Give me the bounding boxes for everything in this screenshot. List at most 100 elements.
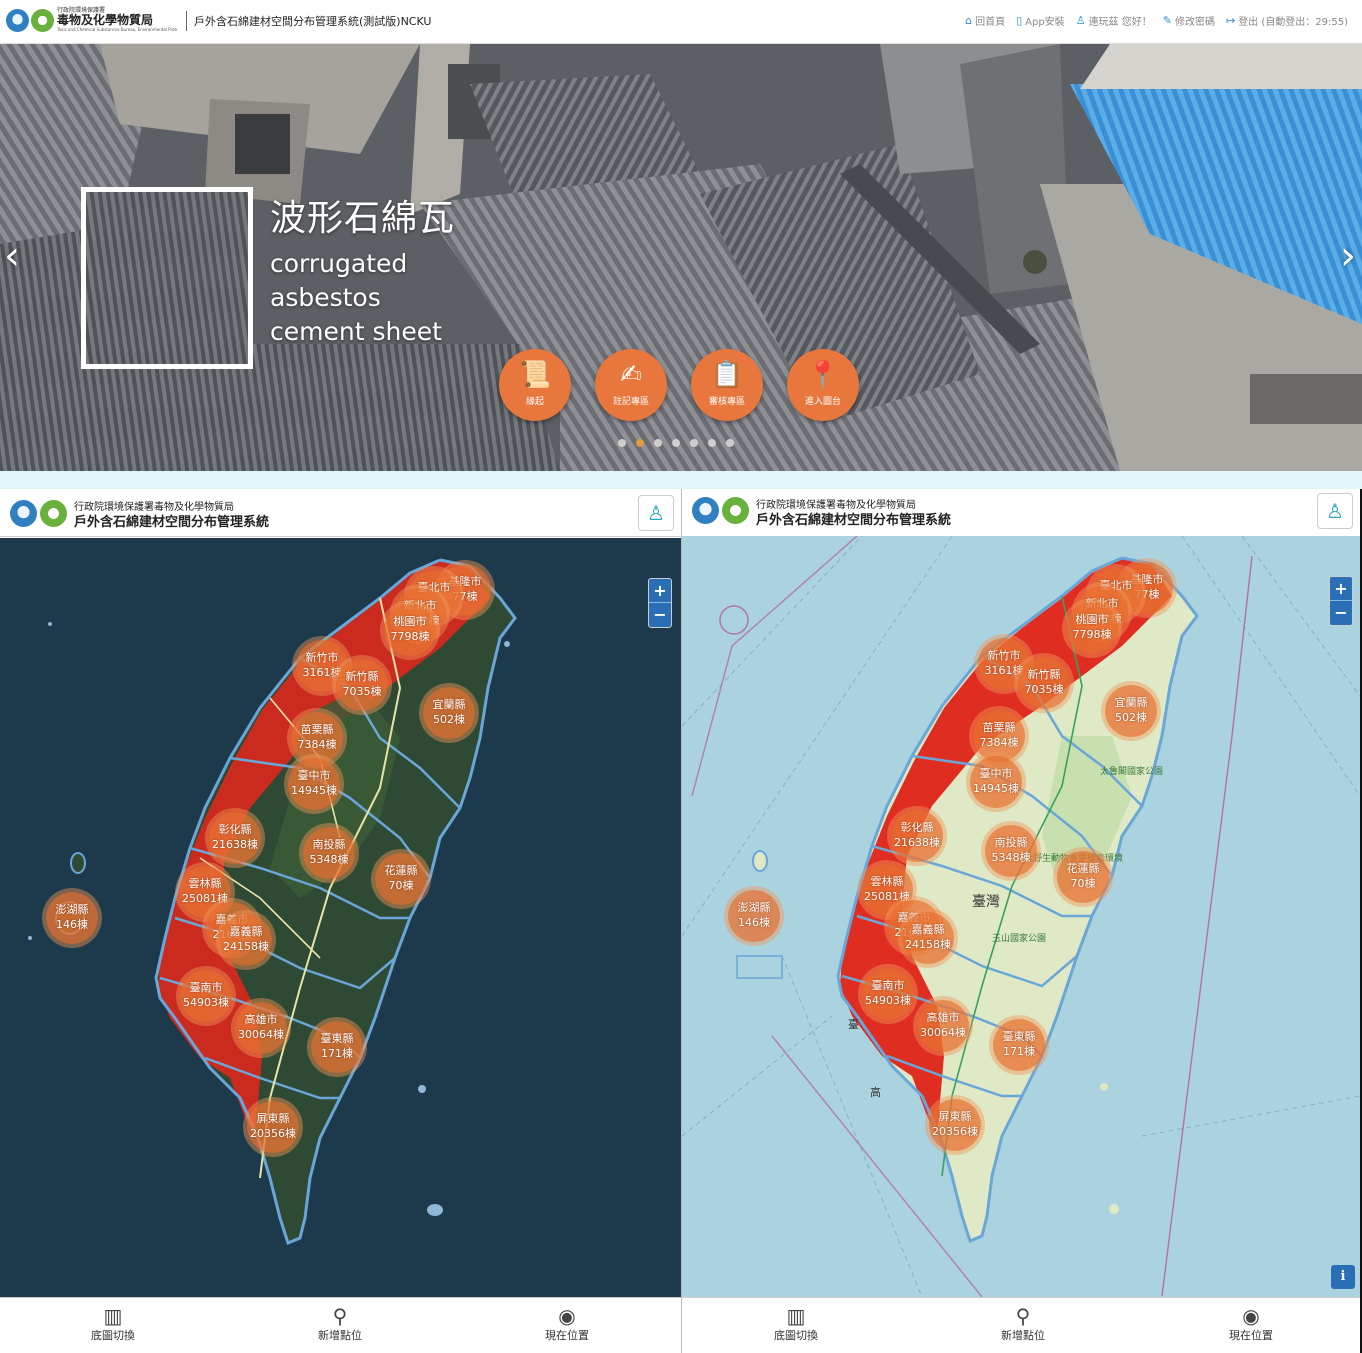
cluster-marker[interactable]: 桃園市 7798棟 — [1066, 602, 1118, 654]
cluster-county-name: 屏東縣 — [938, 1110, 972, 1123]
nav-app-install-label: App安裝 — [1025, 17, 1065, 28]
carousel-dot-active[interactable] — [636, 439, 644, 447]
cluster-marker[interactable]: 南投縣 5348棟 — [303, 827, 355, 879]
cluster-marker[interactable]: 高雄市 30064棟 — [917, 1000, 969, 1052]
cluster-count: 7384棟 — [297, 738, 337, 751]
current-location-button[interactable]: ◉ 現在位置 — [1191, 1304, 1311, 1344]
map-street[interactable]: 太魯閣國家公園 大野生動物重要棲息環境 臺灣 玉山國家公園 臺 高 基隆市77棟… — [682, 536, 1360, 1297]
cluster-marker[interactable]: 澎湖縣 146棟 — [46, 892, 98, 944]
hero-button-enter-map[interactable]: 📍 進入圖台 — [787, 349, 859, 421]
cluster-marker[interactable]: 彰化縣 21638棟 — [891, 810, 943, 862]
nav-user-greeting[interactable]: ♙ 連玩茲 您好！ — [1076, 13, 1152, 28]
hero-button-review[interactable]: 📋 審核專區 — [691, 349, 763, 421]
cluster-count: 30064棟 — [238, 1028, 284, 1041]
cluster-count: 5348棟 — [991, 851, 1031, 864]
cluster-county-name: 嘉義縣 — [911, 923, 945, 936]
carousel-dot[interactable] — [654, 439, 662, 447]
user-profile-button[interactable]: ♙ — [638, 495, 674, 531]
user-icon: ♙ — [1075, 14, 1086, 27]
add-point-icon: ⚲ — [332, 1304, 348, 1328]
cluster-county-name: 南投縣 — [312, 838, 346, 851]
zoom-out-button[interactable]: − — [649, 603, 671, 627]
nav-change-password-link[interactable]: ✎ 修改密碼 — [1163, 13, 1215, 28]
cluster-marker[interactable]: 花蓮縣 70棟 — [1057, 851, 1109, 903]
zoom-out-button[interactable]: − — [1330, 601, 1352, 625]
basemap-switch-button[interactable]: ▥ 底圖切換 — [736, 1304, 856, 1344]
cluster-marker[interactable]: 嘉義縣 24158棟 — [220, 914, 272, 966]
cluster-marker[interactable]: 屏東縣 20356棟 — [247, 1101, 299, 1153]
top-header: 行政院環境保護署 毒物及化學物質局 Toxic and Chemical Sub… — [0, 0, 1362, 44]
add-point-button[interactable]: ⚲ 新增點位 — [963, 1304, 1083, 1344]
cluster-marker[interactable]: 臺南市 54903棟 — [180, 970, 232, 1022]
cluster-count: 146棟 — [738, 916, 770, 929]
cluster-marker[interactable]: 臺東縣 171棟 — [311, 1021, 363, 1073]
cluster-marker[interactable]: 高雄市 30064棟 — [235, 1002, 287, 1054]
cluster-count: 502棟 — [433, 713, 465, 726]
map-info-button[interactable]: i — [1331, 1265, 1355, 1289]
nav-logout-link[interactable]: ↦ 登出 (自動登出：29:55) — [1226, 13, 1348, 28]
map-pin-user-icon: 📍 — [806, 360, 840, 390]
cluster-marker[interactable]: 臺中市 14945棟 — [288, 758, 340, 810]
cluster-marker[interactable]: 臺中市 14945棟 — [970, 756, 1022, 808]
basemap-switch-label: 底圖切換 — [91, 1329, 135, 1342]
carousel-prev-arrow-icon[interactable]: ‹ — [4, 236, 20, 276]
add-point-button[interactable]: ⚲ 新增點位 — [280, 1304, 400, 1344]
nav-home-link[interactable]: ⌂ 回首頁 — [965, 13, 1005, 28]
cluster-marker[interactable]: 宜蘭縣 502棟 — [423, 687, 475, 739]
carousel-dot[interactable] — [726, 439, 734, 447]
cluster-marker[interactable]: 嘉義縣 24158棟 — [902, 912, 954, 964]
cluster-county-name: 宜蘭縣 — [432, 698, 466, 711]
carousel-next-arrow-icon[interactable]: › — [1340, 236, 1356, 276]
cluster-marker[interactable]: 南投縣 5348棟 — [985, 825, 1037, 877]
cluster-count: 5348棟 — [309, 853, 349, 866]
cluster-marker[interactable]: 新竹縣 7035棟 — [336, 659, 388, 711]
cluster-marker[interactable]: 彰化縣 21638棟 — [209, 812, 261, 864]
hero-image-frame — [81, 187, 253, 369]
epa-logo[interactable] — [6, 9, 29, 32]
zoom-in-button[interactable]: + — [649, 579, 671, 603]
hero-title: 波形石綿瓦 — [270, 198, 456, 239]
zoom-in-button[interactable]: + — [1330, 577, 1352, 601]
cluster-count: 70棟 — [1070, 877, 1096, 890]
cluster-marker[interactable]: 桃園市 7798棟 — [384, 604, 436, 656]
nav-change-password-label: 修改密碼 — [1174, 17, 1215, 28]
cluster-count: 7384棟 — [979, 736, 1019, 749]
nav-home-label: 回首頁 — [975, 17, 1006, 28]
cluster-marker[interactable]: 宜蘭縣 502棟 — [1105, 685, 1157, 737]
carousel-dot[interactable] — [708, 439, 716, 447]
cluster-marker[interactable]: 新竹縣 7035棟 — [1018, 657, 1070, 709]
carousel-dot[interactable] — [690, 439, 698, 447]
cluster-marker[interactable]: 苗栗縣 7384棟 — [291, 712, 343, 764]
carousel-dot[interactable] — [672, 439, 680, 447]
cluster-county-name: 新竹縣 — [1027, 668, 1061, 681]
cluster-county-name: 花蓮縣 — [1066, 862, 1100, 875]
cluster-marker[interactable]: 花蓮縣 70棟 — [375, 853, 427, 905]
current-location-icon: ◉ — [558, 1304, 576, 1328]
map-satellite[interactable]: 基隆市77棟臺北市新北市2442棟桃園市7798棟新竹市3161棟新竹縣7035… — [0, 538, 681, 1297]
nav-app-install-link[interactable]: ▯ App安裝 — [1016, 13, 1065, 28]
cluster-county-name: 宜蘭縣 — [1114, 696, 1148, 709]
cluster-county-name: 苗栗縣 — [982, 721, 1016, 734]
carousel-dot[interactable] — [618, 439, 626, 447]
hero-subtitle-line-1: corrugated — [270, 249, 408, 278]
cluster-marker[interactable]: 臺東縣 171棟 — [993, 1019, 1045, 1071]
current-location-button[interactable]: ◉ 現在位置 — [507, 1304, 627, 1344]
hero-button-origin[interactable]: 📜 緣起 — [499, 349, 571, 421]
app-title: 戶外含石綿建材空間分布管理系統 — [74, 515, 270, 530]
nav-logout-label: 登出 (自動登出：29:55) — [1238, 17, 1348, 28]
hero-button-annotate[interactable]: ✍ 註記專區 — [595, 349, 667, 421]
tcsb-logo[interactable] — [31, 9, 54, 32]
user-profile-button[interactable]: ♙ — [1317, 493, 1353, 529]
cluster-marker[interactable]: 澎湖縣 146棟 — [728, 890, 780, 942]
hero-button-origin-label: 緣起 — [525, 397, 544, 407]
cluster-county-name: 高雄市 — [244, 1013, 278, 1026]
header-separator — [186, 11, 187, 31]
cluster-county-name: 桃園市 — [393, 615, 427, 628]
cluster-marker[interactable]: 屏東縣 20356棟 — [929, 1099, 981, 1151]
cluster-marker[interactable]: 臺南市 54903棟 — [862, 968, 914, 1020]
cluster-county-name: 花蓮縣 — [384, 864, 418, 877]
basemap-switch-button[interactable]: ▥ 底圖切換 — [53, 1304, 173, 1344]
section-separator-strip — [0, 471, 1362, 489]
cluster-marker[interactable]: 苗栗縣 7384棟 — [973, 710, 1025, 762]
cluster-county-name: 南投縣 — [994, 836, 1028, 849]
